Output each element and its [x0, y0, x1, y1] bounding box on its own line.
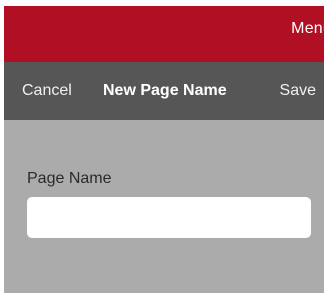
menu-button[interactable]: Menu: [291, 20, 324, 38]
app-frame: Menu Cancel New Page Name Save Page Name: [4, 6, 324, 293]
cancel-button[interactable]: Cancel: [22, 82, 72, 100]
page-name-label: Page Name: [27, 170, 112, 187]
sheet-title: New Page Name: [103, 82, 227, 99]
app-header: Menu: [4, 6, 324, 62]
save-button[interactable]: Save: [280, 82, 316, 100]
rename-sheet: Cancel New Page Name Save Page Name: [4, 62, 324, 293]
page-name-input[interactable]: [27, 197, 311, 238]
sheet-nav-bar: Cancel New Page Name Save: [4, 62, 324, 120]
